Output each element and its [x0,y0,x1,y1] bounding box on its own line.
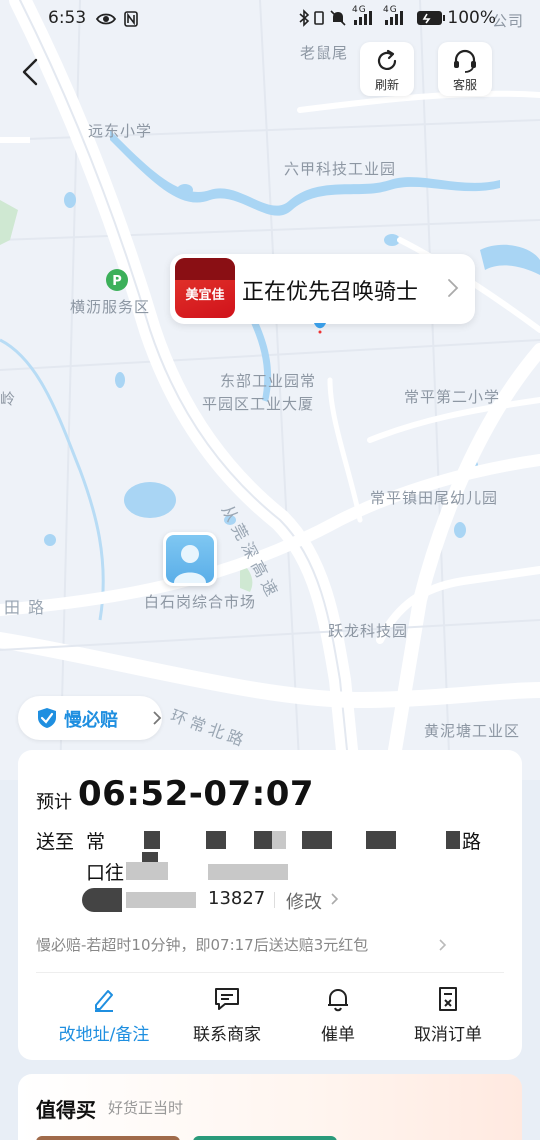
redaction-block [272,831,286,849]
chevron-right-icon [331,893,339,905]
urge-order-label: 催单 [321,1025,355,1045]
redaction-block [254,831,272,849]
status-bar: 6:53 4G 4G 100% [0,0,540,36]
recommend-title: 值得买 [36,1098,96,1122]
redaction-block [82,888,122,912]
chevron-left-icon [22,58,38,86]
map-label: 常平第二小学 [404,388,501,406]
redaction-block [144,831,160,849]
map-label: 跃龙科技园 [328,622,409,640]
service-label: 客服 [452,78,477,92]
map-label: 横沥服务区 [70,298,151,316]
deliver-to-label: 送至 [36,831,75,853]
urge-order-button[interactable]: 催单 [278,986,398,1045]
battery-percent: 100% [447,8,496,28]
change-address-button[interactable]: 改地址/备注 [44,986,164,1045]
map-label: 远东小学 [88,122,153,140]
redaction-block [208,864,288,880]
network-2-label: 4G [383,5,398,15]
store-logo: 美宜佳 [175,258,235,318]
user-avatar-icon [174,545,206,583]
chevron-right-icon [153,711,162,725]
signal-2: 4G [383,5,405,29]
product-card-top[interactable] [193,1136,337,1140]
refresh-icon [377,49,397,70]
customer-service-button[interactable]: 客服 [438,42,492,96]
chevron-right-icon [439,939,447,951]
redaction-block [126,862,168,880]
eye-icon [95,13,117,24]
battery-icon [416,10,446,31]
guarantee-label: 慢必赔 [64,710,118,731]
network-1-label: 4G [352,5,367,15]
address-line-2-start: 口往 [86,862,125,884]
rider-status-bubble[interactable]: 美宜佳 正在优先召唤骑士 [170,254,475,324]
address-line-1-end: 路 [462,831,482,853]
map-label: 常平镇田尾幼儿园 [370,489,499,507]
phone-row: 13827 修改 [82,886,382,914]
mute-icon [330,10,346,31]
status-left-icons [95,9,138,27]
headset-icon [454,49,476,73]
pencil-icon [95,990,113,1012]
contact-merchant-label: 联系商家 [193,1025,261,1045]
message-icon [215,988,239,1010]
signal-1: 4G [352,5,374,29]
order-card: 预计 06:52-07:07 送至 常 路 口往 13827 修改 慢必赔-若超… [18,750,522,1060]
cancel-order-button[interactable]: 取消订单 [388,986,508,1045]
address-line-2: 口往 [86,852,288,885]
map-label: 老鼠尾 [300,44,349,62]
redaction-block [302,831,332,849]
redaction-block [446,831,460,849]
phone-tail: 13827 [208,888,266,909]
bluetooth-icon [298,9,310,32]
delivery-map[interactable]: P 老鼠尾 远东小学 六甲科技工业园 横沥服务区 东部工业园常 平园区工业大厦 … [0,0,540,780]
redaction-block [206,831,226,849]
map-label: 平园区工业大厦 [202,395,315,413]
redaction-block [142,852,158,862]
change-address-label: 改地址/备注 [58,1025,150,1045]
contact-merchant-button[interactable]: 联系商家 [167,986,287,1045]
map-label: 白石岗综合市场 [144,593,257,611]
shield-check-icon [38,708,56,728]
guarantee-chip[interactable]: 慢必赔 [18,696,162,740]
eta-time: 06:52-07:07 [78,774,315,814]
map-label: 岭 [0,390,17,408]
chevron-right-icon [448,279,459,297]
cancel-order-label: 取消订单 [414,1025,482,1045]
user-location-avatar [163,532,217,586]
map-label: 六甲科技工业园 [284,160,397,178]
store-brand: 美宜佳 [185,288,225,303]
redaction-block [366,831,396,849]
back-button[interactable] [16,56,44,88]
product-card-top[interactable] [36,1136,180,1140]
recommend-section: 值得买 好货正当时 [18,1074,522,1140]
vibrate-icon [312,10,326,31]
map-label: 东部工业园常 [220,372,317,390]
refresh-label: 刷新 [374,78,399,92]
guarantee-note[interactable]: 慢必赔-若超时10分钟，即07:17后送达赔3元红包 [36,934,368,955]
refresh-button[interactable]: 刷新 [360,42,414,96]
edit-address-link[interactable]: 修改 [286,888,322,914]
map-label: 黄泥塘工业区 [424,722,521,740]
cancel-order-icon [439,987,457,1011]
rider-status-text: 正在优先召唤骑士 [242,280,419,305]
eta-prefix: 预计 [36,792,72,813]
bell-icon [328,989,348,1012]
nfc-icon [123,10,138,27]
svg-text:P: P [112,274,122,289]
redaction-block [126,892,196,908]
recommend-subtitle: 好货正当时 [108,1099,184,1117]
map-road-label: 田路 [4,598,53,617]
store-pin-icon [314,323,326,334]
status-time: 6:53 [48,8,87,28]
address-line-1-start: 常 [86,831,106,853]
address-line-1: 常 路 [86,827,506,854]
